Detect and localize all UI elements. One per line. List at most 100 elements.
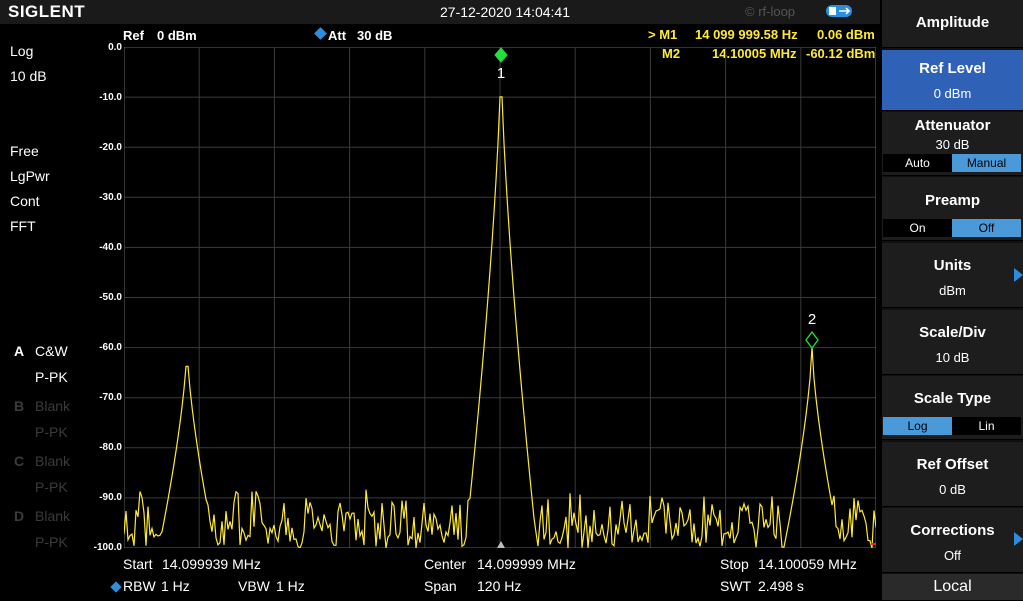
detector-mode: LgPwr <box>10 168 50 184</box>
preamp-on-option[interactable]: On <box>883 219 952 237</box>
units-value: dBm <box>939 283 966 298</box>
marker-1[interactable]: 1 <box>494 47 508 82</box>
trace-b-letter[interactable]: B <box>14 398 24 414</box>
attenuator-label: Attenuator <box>914 117 991 134</box>
att-indicator-icon <box>314 27 327 40</box>
analysis-mode: FFT <box>10 218 36 234</box>
usb-icon <box>826 5 852 17</box>
rbw-value[interactable]: 1 Hz <box>161 578 190 594</box>
datetime: 27-12-2020 14:04:41 <box>440 4 570 20</box>
preamp-label: Preamp <box>924 192 981 209</box>
menu-title-text: Amplitude <box>915 14 990 31</box>
units-key[interactable]: Units dBm <box>882 243 1023 308</box>
submenu-arrow-icon <box>1014 268 1023 282</box>
y-tick-label: 0.0 <box>108 42 122 53</box>
center-value[interactable]: 14.099999 MHz <box>477 556 576 572</box>
trace-b-type[interactable]: Blank <box>35 398 70 414</box>
ref-value: 0 dBm <box>157 28 197 43</box>
y-tick-label: -70.0 <box>99 392 122 403</box>
trace-c-letter[interactable]: C <box>14 453 24 469</box>
marker-2-diamond-icon <box>805 330 819 350</box>
scale-type-key[interactable]: Scale Type Log Lin <box>882 376 1023 440</box>
y-tick-label: -60.0 <box>99 342 122 353</box>
center-label: Center <box>424 556 467 572</box>
y-tick-label: -50.0 <box>99 292 122 303</box>
ref-offset-label: Ref Offset <box>916 456 989 473</box>
span-value[interactable]: 120 Hz <box>477 578 521 594</box>
menu-title: Amplitude <box>882 0 1023 48</box>
span-label: Span <box>424 578 457 594</box>
scale-div-label: Scale/Div <box>919 324 986 341</box>
trace-d-letter[interactable]: D <box>14 508 24 524</box>
scale-type-lin-option[interactable]: Lin <box>952 417 1021 435</box>
stop-value[interactable]: 14.100059 MHz <box>758 556 857 572</box>
swt-value[interactable]: 2.498 s <box>758 578 804 594</box>
att-label: Att <box>328 28 347 43</box>
trace-d-detector[interactable]: P-PK <box>35 534 68 550</box>
trace-b-detector[interactable]: P-PK <box>35 424 68 440</box>
preamp-off-option[interactable]: Off <box>952 219 1021 237</box>
trace-c-type[interactable]: Blank <box>35 453 70 469</box>
trace-a-letter[interactable]: A <box>14 343 24 359</box>
trigger-mode: Free <box>10 143 39 159</box>
attenuator-key[interactable]: Attenuator 30 dB Auto Manual <box>882 112 1023 176</box>
spectrum-plot[interactable]: 1 2 <box>124 47 876 548</box>
scale-type-log-option[interactable]: Log <box>883 417 952 435</box>
preamp-toggle[interactable]: On Off <box>883 219 1021 237</box>
marker1-label: > M1 <box>648 27 678 42</box>
ref-offset-value: 0 dB <box>939 482 966 497</box>
scale-div: 10 dB <box>10 68 47 84</box>
vbw-label: VBW <box>238 578 270 594</box>
y-tick-label: -90.0 <box>99 492 122 503</box>
y-tick-label: -30.0 <box>99 192 122 203</box>
preamp-key[interactable]: Preamp On Off <box>882 177 1023 241</box>
vbw-value[interactable]: 1 Hz <box>276 578 305 594</box>
marker1-level: 0.06 dBm <box>817 27 875 42</box>
scale-type-label: Scale Type <box>913 390 992 407</box>
rbw-label: RBW <box>123 578 156 594</box>
start-value[interactable]: 14.099939 MHz <box>162 556 261 572</box>
marker-2[interactable]: 2 <box>805 311 819 350</box>
trace-c-detector[interactable]: P-PK <box>35 479 68 495</box>
marker-2-label: 2 <box>808 311 816 328</box>
corrections-value: Off <box>943 548 962 563</box>
trace-a-type[interactable]: C&W <box>35 343 68 359</box>
attenuator-manual-option[interactable]: Manual <box>952 154 1021 172</box>
local-label: Local <box>933 578 972 595</box>
watermark: © rf-loop <box>745 4 796 19</box>
swt-label: SWT <box>720 578 752 594</box>
ref-label: Ref <box>123 28 144 43</box>
brand-logo: SIGLENT <box>8 2 86 21</box>
y-tick-label: -40.0 <box>99 242 122 253</box>
grid <box>124 47 876 548</box>
att-value: 30 dB <box>357 28 393 43</box>
stop-label: Stop <box>720 556 749 572</box>
marker1-freq: 14 099 999.58 Hz <box>695 27 798 42</box>
ref-level-label: Ref Level <box>919 60 986 77</box>
local-key[interactable]: Local <box>882 574 1023 601</box>
scale-div-value: 10 dB <box>935 350 970 365</box>
ref-offset-key[interactable]: Ref Offset 0 dB <box>882 442 1023 507</box>
center-marker-icon <box>497 541 505 548</box>
ref-level-key[interactable]: Ref Level 0 dBm <box>882 50 1023 111</box>
attenuator-value: 30 dB <box>935 137 970 152</box>
units-label: Units <box>933 257 972 274</box>
start-label: Start <box>123 556 153 572</box>
softkey-panel: Amplitude Ref Level 0 dBm Attenuator 30 … <box>882 0 1023 601</box>
y-tick-label: -100.0 <box>93 542 122 553</box>
ref-level-value: 0 dBm <box>933 86 972 101</box>
y-tick-label: -10.0 <box>99 92 122 103</box>
attenuator-toggle[interactable]: Auto Manual <box>883 154 1021 172</box>
submenu-arrow-icon <box>1014 532 1023 546</box>
attenuator-auto-option[interactable]: Auto <box>883 154 952 172</box>
marker-1-diamond-icon <box>494 47 508 63</box>
y-tick-label: -20.0 <box>99 142 122 153</box>
trace-d-type[interactable]: Blank <box>35 508 70 524</box>
scale-div-key[interactable]: Scale/Div 10 dB <box>882 310 1023 375</box>
corrections-key[interactable]: Corrections Off <box>882 508 1023 573</box>
sweep-mode: Cont <box>10 193 40 209</box>
y-tick-label: -80.0 <box>99 442 122 453</box>
marker-1-label: 1 <box>497 65 505 82</box>
trace-a-detector[interactable]: P-PK <box>35 369 68 385</box>
scale-type-toggle[interactable]: Log Lin <box>883 417 1021 435</box>
